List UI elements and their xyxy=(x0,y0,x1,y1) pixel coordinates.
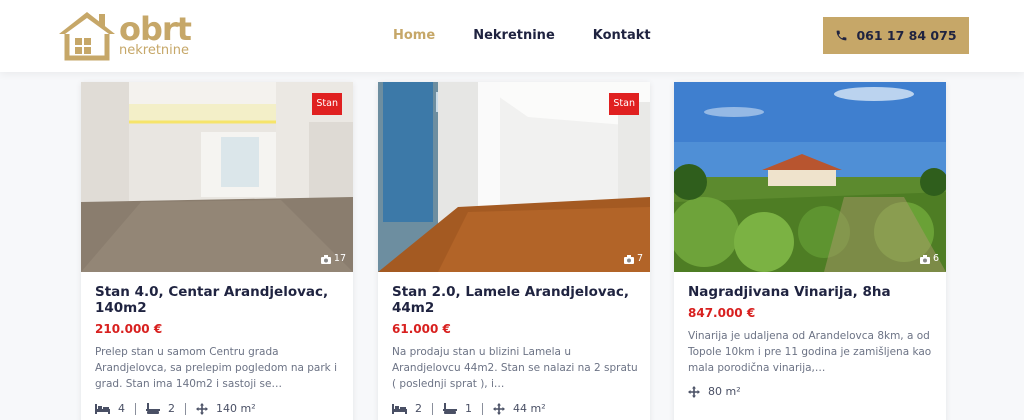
area: 140 m² xyxy=(196,402,256,415)
bathrooms-count: 2 xyxy=(168,402,175,415)
listing-price: 61.000 € xyxy=(392,322,451,336)
site-header: obrt nekretnine Home Nekretnine Kontakt … xyxy=(0,0,1024,72)
nav-kontakt[interactable]: Kontakt xyxy=(593,28,651,44)
bedrooms: 2 xyxy=(392,402,422,415)
photo-count-value: 17 xyxy=(333,253,346,264)
phone-number: 061 17 84 075 xyxy=(856,28,957,43)
bedrooms: 4 xyxy=(95,402,125,415)
area-value: 140 m² xyxy=(216,402,256,415)
house-logo-icon xyxy=(59,12,115,61)
bathtub-icon xyxy=(443,402,457,414)
vineyard-photo xyxy=(674,82,946,272)
bed-icon xyxy=(392,403,407,414)
listing-title[interactable]: Nagradjivana Vinarija, 8ha xyxy=(688,284,935,300)
photo-count: 17 xyxy=(320,253,346,265)
divider xyxy=(482,402,483,415)
bedrooms-count: 2 xyxy=(415,402,422,415)
area-value: 80 m² xyxy=(708,385,741,398)
photo-count-value: 6 xyxy=(932,253,939,264)
area-arrows-icon xyxy=(196,402,208,415)
listing-description: Prelep stan u samom Centru grada Arandje… xyxy=(95,346,338,390)
photo-count: 6 xyxy=(919,253,939,265)
listing-features: 4 2 140 m² xyxy=(95,402,256,415)
bathrooms-count: 1 xyxy=(465,402,472,415)
divider xyxy=(135,402,136,415)
area: 80 m² xyxy=(688,385,741,398)
brand-name: obrt xyxy=(119,10,192,48)
listing-card[interactable]: Stan 17 Stan 4.0, Centar Arandjelovac, 1… xyxy=(81,82,353,420)
phone-icon xyxy=(837,30,847,41)
listing-photo[interactable]: 6 xyxy=(674,82,946,272)
listing-description: Na prodaju stan u blizini Lamela u Arand… xyxy=(392,346,638,390)
photo-count-value: 7 xyxy=(636,253,643,264)
listing-price: 210.000 € xyxy=(95,322,163,336)
listing-photo[interactable]: Stan 7 xyxy=(378,82,650,272)
listing-card[interactable]: 6 Nagradjivana Vinarija, 8ha 847.000 € V… xyxy=(674,82,946,420)
area: 44 m² xyxy=(493,402,546,415)
nav-home[interactable]: Home xyxy=(393,28,435,44)
bathrooms: 1 xyxy=(443,402,472,415)
listing-features: 2 1 44 m² xyxy=(392,402,546,415)
listing-price: 847.000 € xyxy=(688,306,756,320)
bedrooms-count: 4 xyxy=(118,402,125,415)
divider xyxy=(432,402,433,415)
bathtub-icon xyxy=(146,402,160,414)
phone-button[interactable]: 061 17 84 075 xyxy=(823,17,969,54)
photo-count: 7 xyxy=(623,253,643,265)
camera-icon xyxy=(919,254,930,264)
camera-icon xyxy=(623,254,634,264)
listing-features: 80 m² xyxy=(688,385,741,398)
area-value: 44 m² xyxy=(513,402,546,415)
main-nav: Home Nekretnine Kontakt xyxy=(393,28,689,44)
nav-nekretnine[interactable]: Nekretnine xyxy=(473,28,555,44)
brand-subtitle: nekretnine xyxy=(119,43,190,58)
camera-icon xyxy=(320,254,331,264)
area-arrows-icon xyxy=(493,402,505,415)
property-type-badge: Stan xyxy=(609,93,639,115)
listing-title[interactable]: Stan 4.0, Centar Arandjelovac, 140m2 xyxy=(95,284,342,316)
listing-card[interactable]: Stan 7 Stan 2.0, Lamele Arandjelovac, 44… xyxy=(378,82,650,420)
brand-logo[interactable]: obrt nekretnine xyxy=(57,8,207,64)
bed-icon xyxy=(95,403,110,414)
listing-photo[interactable]: Stan 17 xyxy=(81,82,353,272)
divider xyxy=(185,402,186,415)
property-type-badge: Stan xyxy=(312,93,342,115)
listing-title[interactable]: Stan 2.0, Lamele Arandjelovac, 44m2 xyxy=(392,284,639,316)
listing-description: Vinarija je udaljena od Arandelovca 8km,… xyxy=(688,330,932,374)
bathrooms: 2 xyxy=(146,402,175,415)
area-arrows-icon xyxy=(688,385,700,398)
